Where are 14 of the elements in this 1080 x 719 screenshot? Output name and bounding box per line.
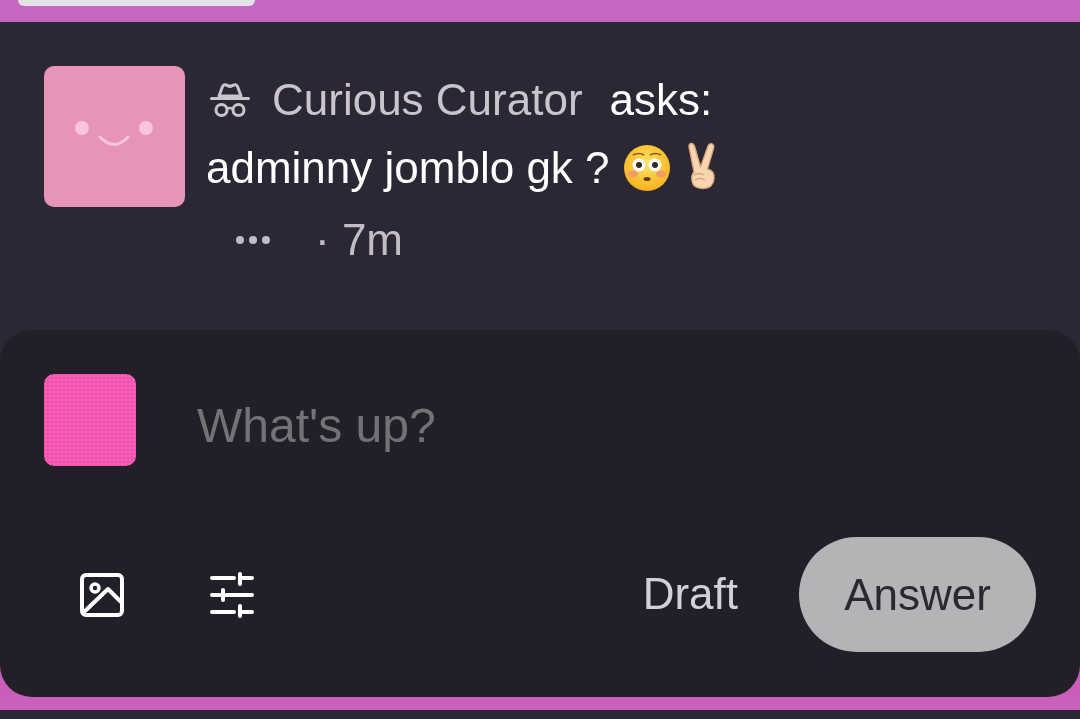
asker-name: Curious Curator [272,74,583,126]
sliders-icon [210,571,254,618]
settings-button[interactable] [210,571,254,618]
more-button[interactable] [235,235,271,245]
asks-label: asks: [609,74,713,126]
image-icon [80,572,124,617]
answer-input[interactable]: What's up? [197,374,1036,466]
smiley-avatar-icon [44,66,185,207]
question-text: adminny jomblo gk ? [206,142,610,194]
flushed-face-icon [623,145,670,191]
draft-button[interactable]: Draft [642,569,738,620]
timestamp: · 7m [315,214,403,266]
more-icon [235,235,271,245]
add-image-button[interactable] [80,572,124,617]
